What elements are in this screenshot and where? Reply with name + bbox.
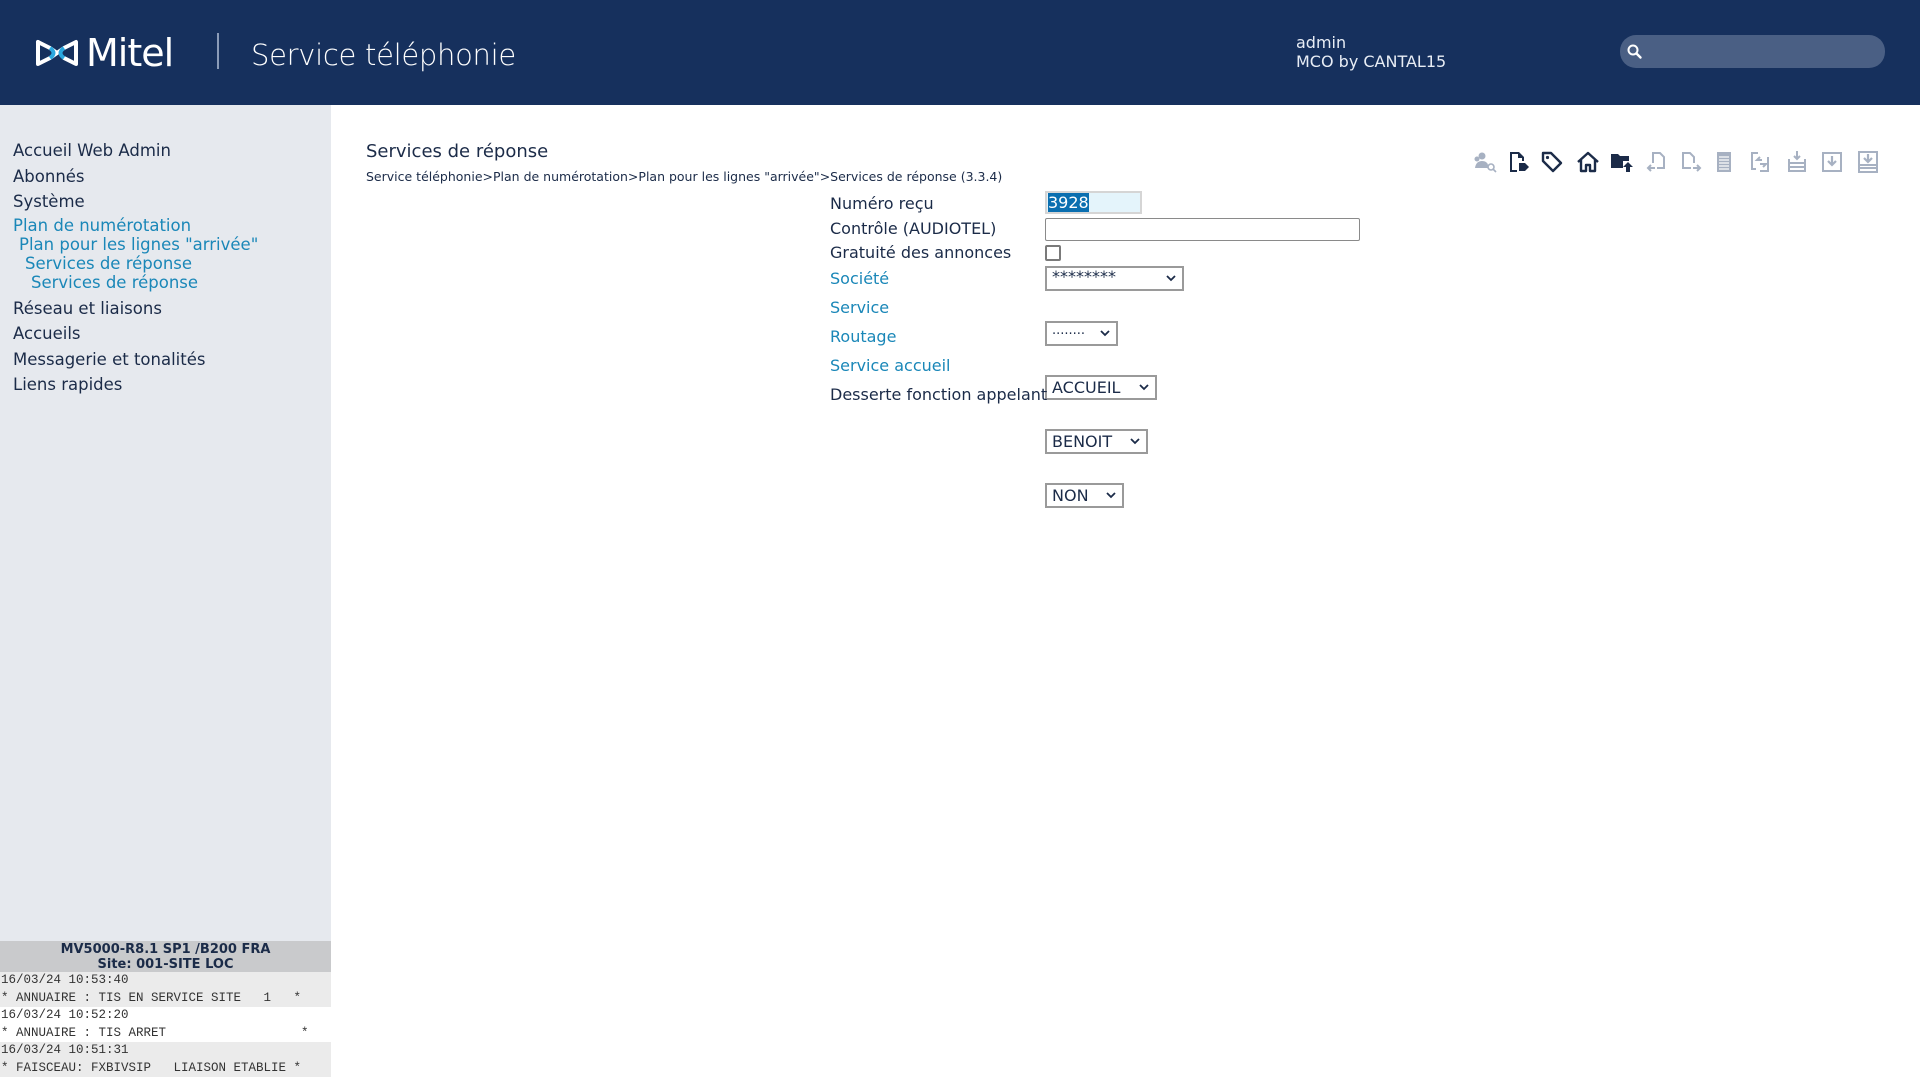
home-icon xyxy=(1577,151,1599,173)
user-search-button[interactable] xyxy=(1471,148,1499,176)
document-edit-icon xyxy=(1510,152,1529,172)
header-divider xyxy=(217,33,219,69)
document-forward-icon xyxy=(1682,152,1702,172)
log-message: * FAISCEAU: FXBIVSIP LIAISON ETABLIE * xyxy=(0,1059,331,1077)
tag-button[interactable] xyxy=(1538,148,1566,176)
sidebar-nav: Accueil Web Admin Abonnés Système Plan d… xyxy=(13,138,258,398)
breadcrumb-current: Services de réponse (3.3.4) xyxy=(830,169,1003,184)
chevron-down-icon xyxy=(1106,492,1116,499)
chevron-down-icon xyxy=(1166,275,1176,282)
system-site: Site: 001-SITE LOC xyxy=(97,956,234,972)
sidebar-item-accueils[interactable]: Accueils xyxy=(13,321,258,347)
tag-icon xyxy=(1541,151,1563,173)
document-forward-button[interactable] xyxy=(1677,148,1705,176)
societe-value: ******** xyxy=(1052,267,1116,286)
breadcrumb-item[interactable]: Plan de numérotation xyxy=(493,169,628,184)
download-tray-button[interactable] xyxy=(1854,148,1882,176)
desserte-fonction-appelant-select[interactable]: NON xyxy=(1045,483,1124,508)
service-accueil-label[interactable]: Service accueil xyxy=(830,356,951,375)
service-accueil-select[interactable]: BENOIT xyxy=(1045,429,1148,454)
service-accueil-value: BENOIT xyxy=(1052,432,1113,451)
sidebar-item-systeme[interactable]: Système xyxy=(13,189,258,215)
desserte-value: NON xyxy=(1052,486,1089,505)
logo-text: Mitel xyxy=(86,31,174,75)
user-name: admin xyxy=(1296,33,1347,52)
controle-audiotel-input[interactable] xyxy=(1045,218,1360,241)
list-button[interactable] xyxy=(1710,148,1738,176)
folder-upload-button[interactable] xyxy=(1608,148,1636,176)
service-select[interactable]: ........ xyxy=(1045,321,1118,346)
header-bar: Mitel Service téléphonie admin MCO by CA… xyxy=(0,0,1920,105)
controle-audiotel-label: Contrôle (AUDIOTEL) xyxy=(830,219,997,238)
desserte-fonction-appelant-label: Desserte fonction appelant xyxy=(830,385,1048,404)
document-back-button[interactable] xyxy=(1643,148,1671,176)
home-button[interactable] xyxy=(1574,148,1602,176)
breadcrumb-separator: > xyxy=(482,169,494,184)
breadcrumb-separator: > xyxy=(819,169,831,184)
download-box-button[interactable] xyxy=(1818,148,1846,176)
service-form: Numéro reçu 3928 Contrôle (AUDIOTEL) Gra… xyxy=(830,190,1360,508)
sidebar-item-messagerie-et-tonalites[interactable]: Messagerie et tonalités xyxy=(13,347,258,373)
database-download-icon xyxy=(1788,151,1806,172)
sidebar: Accueil Web Admin Abonnés Système Plan d… xyxy=(0,105,331,941)
sidebar-item-liens-rapides[interactable]: Liens rapides xyxy=(13,372,258,398)
download-box-icon xyxy=(1822,152,1842,172)
search-icon[interactable] xyxy=(1625,42,1645,62)
sidebar-item-reseau-et-liaisons[interactable]: Réseau et liaisons xyxy=(13,296,258,322)
sidebar-item-plan-lignes-arrivee[interactable]: Plan pour les lignes "arrivée" xyxy=(13,235,258,254)
sidebar-item-services-de-reponse-current[interactable]: Services de réponse xyxy=(13,273,258,292)
numero-recu-label: Numéro reçu xyxy=(830,194,934,213)
breadcrumb-separator: > xyxy=(627,169,639,184)
log-time: 16/03/24 10:53:40 xyxy=(0,972,331,990)
chevron-down-icon xyxy=(1130,438,1140,445)
societe-label[interactable]: Société xyxy=(830,269,889,288)
sidebar-item-plan-de-numerotation[interactable]: Plan de numérotation xyxy=(13,215,258,235)
numero-recu-value: 3928 xyxy=(1048,193,1089,212)
mitel-logo[interactable]: Mitel xyxy=(34,31,174,75)
site-user: MCO by CANTAL15 xyxy=(1296,52,1447,71)
document-back-icon xyxy=(1646,152,1665,172)
gratuite-annonces-label: Gratuité des annonces xyxy=(830,243,1012,262)
list-icon xyxy=(1717,152,1731,172)
routage-value: ACCUEIL xyxy=(1052,378,1121,397)
page-title: Services de réponse xyxy=(366,141,549,162)
folder-upload-icon xyxy=(1611,154,1633,172)
swap-icon xyxy=(1751,152,1769,172)
swap-button[interactable] xyxy=(1747,148,1775,176)
chevron-down-icon xyxy=(1139,384,1149,391)
system-status: MV5000-R8.1 SP1 /B200 FRA Site: 001-SITE… xyxy=(0,941,331,972)
numero-recu-input[interactable]: 3928 xyxy=(1045,191,1142,214)
service-value: ........ xyxy=(1052,323,1086,338)
sidebar-item-abonnes[interactable]: Abonnés xyxy=(13,164,258,190)
database-download-button[interactable] xyxy=(1783,148,1811,176)
system-version: MV5000-R8.1 SP1 /B200 FRA xyxy=(60,942,271,957)
app-title: Service téléphonie xyxy=(251,38,516,72)
service-label[interactable]: Service xyxy=(830,298,889,317)
routage-label[interactable]: Routage xyxy=(830,327,896,346)
mitel-logo-icon xyxy=(36,40,78,66)
log-time: 16/03/24 10:52:20 xyxy=(0,1007,331,1025)
search-box[interactable] xyxy=(1620,35,1885,68)
user-search-icon xyxy=(1474,152,1497,173)
routage-select[interactable]: ACCUEIL xyxy=(1045,375,1157,400)
gratuite-annonces-checkbox[interactable] xyxy=(1045,245,1061,261)
search-input[interactable] xyxy=(1648,35,1873,68)
log-message: * ANNUAIRE : TIS ARRET * xyxy=(0,1024,331,1042)
user-info: admin MCO by CANTAL15 xyxy=(1296,33,1446,71)
sidebar-item-services-de-reponse[interactable]: Services de réponse xyxy=(13,254,258,273)
breadcrumb-item[interactable]: Plan pour les lignes "arrivée" xyxy=(638,169,819,184)
societe-select[interactable]: ******** xyxy=(1045,266,1184,291)
sidebar-item-accueil-web-admin[interactable]: Accueil Web Admin xyxy=(13,138,258,164)
download-tray-icon xyxy=(1858,151,1878,173)
log-time: 16/03/24 10:51:31 xyxy=(0,1042,331,1060)
breadcrumb: Service téléphonie>Plan de numérotation>… xyxy=(366,169,1002,184)
log-message: * ANNUAIRE : TIS EN SERVICE SITE 1 * xyxy=(0,989,331,1007)
event-log: 16/03/24 10:53:40 * ANNUAIRE : TIS EN SE… xyxy=(0,972,331,1077)
chevron-down-icon xyxy=(1100,330,1110,337)
edit-document-button[interactable] xyxy=(1504,148,1532,176)
breadcrumb-item[interactable]: Service téléphonie xyxy=(366,169,483,184)
